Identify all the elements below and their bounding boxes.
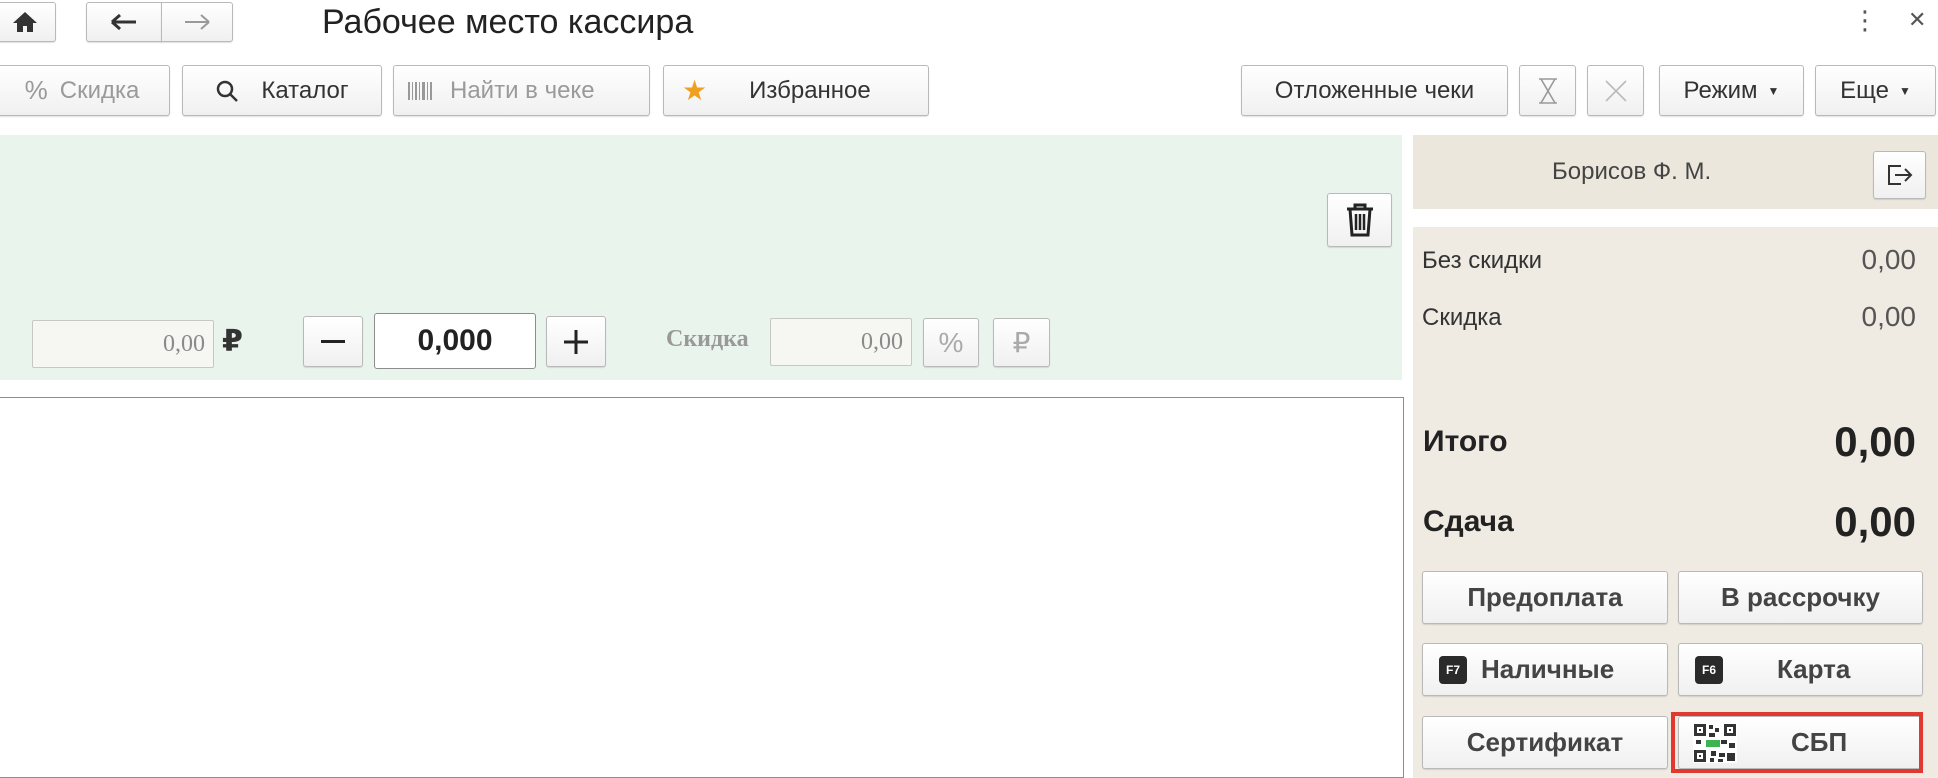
hourglass-icon (1537, 77, 1559, 105)
logout-icon (1887, 164, 1913, 186)
certificate-payment-button[interactable]: Сертификат (1422, 716, 1668, 769)
without-discount-value: 0,00 (1861, 244, 1917, 275)
trash-icon (1345, 203, 1375, 237)
installment-label: В рассрочку (1721, 582, 1880, 612)
more-dropdown[interactable]: Еще ▼ (1815, 65, 1936, 116)
forward-button[interactable] (161, 2, 233, 42)
cash-payment-button[interactable]: F7 Наличные (1422, 643, 1668, 696)
installment-button[interactable]: В рассрочку (1678, 571, 1923, 624)
search-icon (215, 79, 239, 103)
without-discount-label: Без скидки (1422, 247, 1543, 274)
sbp-highlight-frame (1671, 712, 1923, 773)
prepayment-label: Предоплата (1467, 582, 1623, 612)
card-payment-button[interactable]: F6 Карта (1678, 643, 1923, 696)
find-in-receipt-placeholder: Найти в чеке (450, 76, 595, 104)
minus-icon (321, 339, 345, 344)
arrow-right-icon (183, 13, 211, 31)
cancel-receipt-button[interactable] (1587, 65, 1644, 116)
chevron-down-icon: ▼ (1767, 83, 1780, 98)
total-label: Итого (1423, 425, 1508, 458)
increase-quantity-button[interactable] (546, 316, 606, 367)
f6-key-badge: F6 (1695, 655, 1723, 684)
percent-symbol: % (938, 326, 964, 358)
percent-icon: % (24, 75, 48, 105)
discount-amount-button[interactable]: ₽ (993, 318, 1050, 367)
page-title: Рабочее место кассира (322, 3, 694, 41)
receipt-items-list[interactable] (0, 397, 1404, 778)
discount-percent-button[interactable]: % (923, 318, 979, 367)
mode-dropdown[interactable]: Режим ▼ (1659, 65, 1804, 116)
favorites-button-label: Избранное (749, 76, 871, 104)
decrease-quantity-button[interactable] (303, 316, 363, 367)
barcode-icon (408, 81, 434, 100)
more-options-icon[interactable]: ⋮ (1852, 0, 1878, 40)
currency-symbol: ₽ (222, 325, 243, 358)
delete-row-button[interactable] (1327, 193, 1392, 247)
mode-dropdown-label: Режим (1683, 76, 1758, 104)
price-field[interactable]: 0,00 (32, 320, 214, 368)
card-payment-label: Карта (1777, 654, 1851, 684)
cash-payment-label: Наличные (1481, 654, 1615, 684)
deferred-receipts-label: Отложенные чеки (1274, 76, 1475, 104)
discount-button-label: Скидка (59, 76, 140, 104)
f7-key-badge: F7 (1439, 655, 1467, 684)
catalog-button[interactable]: Каталог (182, 65, 382, 116)
ruble-symbol: ₽ (1012, 327, 1031, 358)
arrow-left-icon (110, 13, 138, 31)
quantity-field[interactable]: 0,000 (374, 313, 536, 369)
catalog-button-label: Каталог (261, 76, 349, 104)
more-dropdown-label: Еще (1840, 76, 1889, 104)
star-icon: ★ (682, 75, 708, 106)
home-button[interactable] (0, 2, 56, 42)
close-icon[interactable]: ✕ (1908, 0, 1926, 40)
defer-receipt-button[interactable] (1519, 65, 1576, 116)
home-icon (12, 10, 38, 34)
discount-label: Скидка (666, 326, 749, 352)
prepayment-button[interactable]: Предоплата (1422, 571, 1668, 624)
back-button[interactable] (86, 2, 162, 42)
cashier-name: Борисов Ф. М. (1552, 158, 1712, 185)
change-value: 0,00 (1834, 498, 1916, 545)
chevron-down-icon: ▼ (1898, 83, 1911, 98)
discount-field[interactable]: 0,00 (770, 318, 912, 366)
close-x-icon (1604, 79, 1628, 103)
favorites-button[interactable]: ★ Избранное (663, 65, 929, 116)
certificate-payment-label: Сертификат (1466, 727, 1624, 757)
deferred-receipts-button[interactable]: Отложенные чеки (1241, 65, 1508, 116)
total-value: 0,00 (1834, 418, 1916, 465)
change-label: Сдача (1423, 505, 1514, 538)
discount-button[interactable]: % Скидка (0, 65, 170, 116)
side-discount-label: Скидка (1422, 304, 1502, 331)
side-discount-value: 0,00 (1861, 301, 1917, 332)
plus-icon (564, 329, 588, 354)
logout-button[interactable] (1873, 151, 1926, 199)
find-in-receipt-field[interactable]: Найти в чеке (393, 65, 650, 116)
